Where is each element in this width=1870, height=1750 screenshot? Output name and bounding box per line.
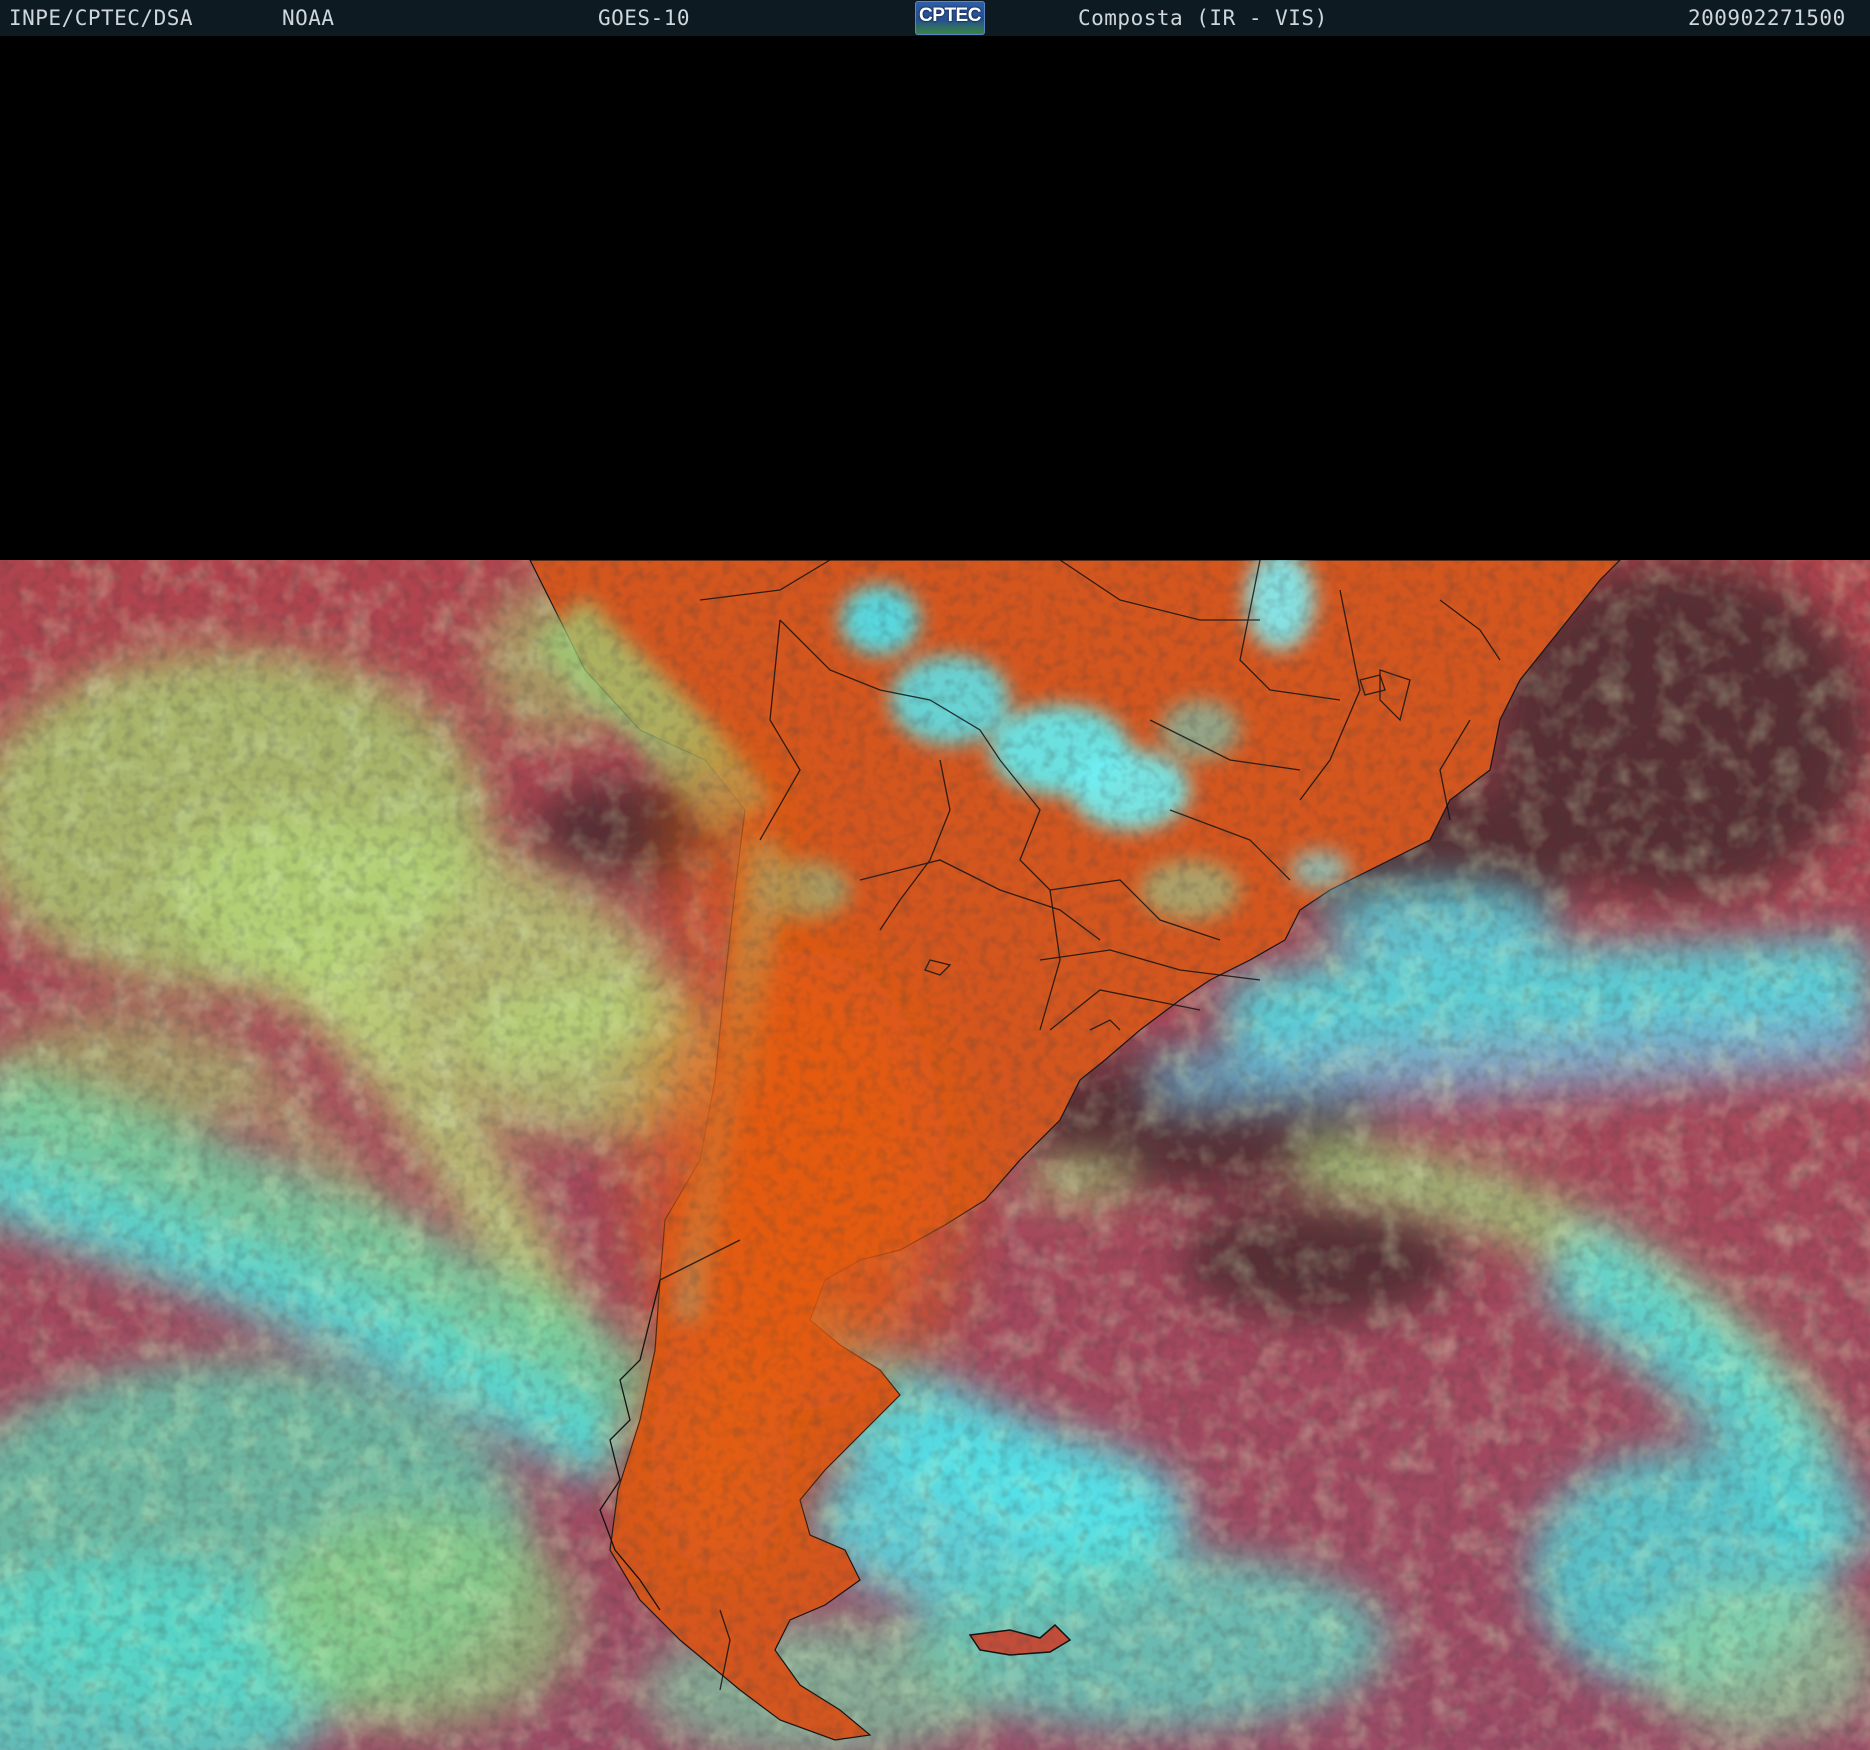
source-label: INPE/CPTEC/DSA xyxy=(9,6,194,30)
sensor-speckle xyxy=(0,560,1870,1750)
product-label: Composta (IR - VIS) xyxy=(1078,6,1328,30)
cptec-logo: CPTEC xyxy=(915,1,985,35)
satellite-label: GOES-10 xyxy=(598,6,691,30)
agency-label: NOAA xyxy=(282,6,335,30)
timestamp-label: 200902271500 xyxy=(1688,6,1846,30)
image-header-bar: INPE/CPTEC/DSA NOAA GOES-10 CPTEC Compos… xyxy=(0,0,1870,36)
satellite-composite-svg xyxy=(0,560,1870,1750)
satellite-imagery xyxy=(0,560,1870,1750)
space-background xyxy=(0,36,1870,560)
